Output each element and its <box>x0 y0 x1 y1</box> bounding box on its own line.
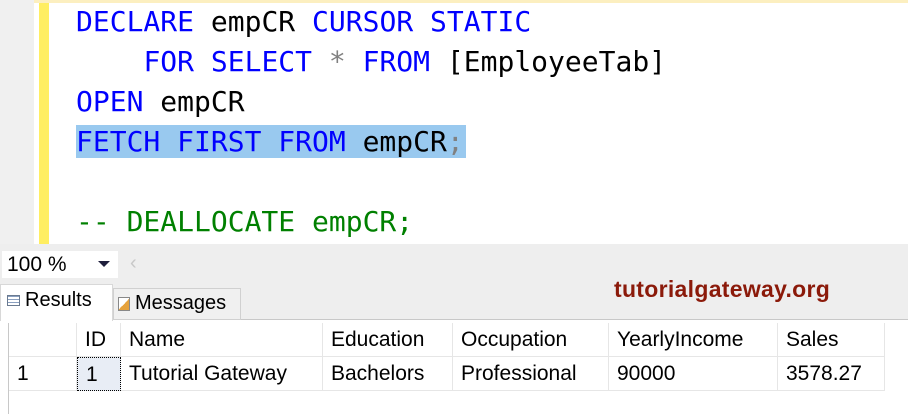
identifier: empCR <box>362 125 447 158</box>
tab-label: Results <box>25 289 92 311</box>
scroll-left-icon[interactable]: ‹ <box>130 252 137 275</box>
column-header-sales[interactable]: Sales <box>778 323 885 357</box>
column-header-yearlyincome[interactable]: YearlyIncome <box>609 323 778 357</box>
code-line-6: -- DEALLOCATE empCR; <box>76 202 413 242</box>
messages-icon <box>118 296 130 311</box>
operator: ; <box>446 125 464 158</box>
cell-id[interactable]: 1 <box>77 357 121 391</box>
column-header-rownum[interactable] <box>9 323 77 357</box>
chevron-down-icon <box>98 261 110 267</box>
table-row: 1 1 Tutorial Gateway Bachelors Professio… <box>9 357 885 391</box>
column-header-education[interactable]: Education <box>323 323 453 357</box>
tab-results[interactable]: Results <box>0 284 113 321</box>
keyword: FROM <box>362 45 431 78</box>
watermark-logo: tutorialgateway.org <box>614 276 831 302</box>
comment: -- DEALLOCATE empCR; <box>76 205 414 238</box>
grid-icon <box>7 295 20 307</box>
keyword: OPEN <box>76 85 144 118</box>
row-number[interactable]: 1 <box>9 357 77 391</box>
keyword: FETCH FIRST FROM <box>76 125 346 158</box>
keyword: DECLARE <box>76 5 195 38</box>
zoom-dropdown[interactable]: 100 % <box>2 251 118 278</box>
header-row: ID Name Education Occupation YearlyIncom… <box>9 323 885 357</box>
tab-messages[interactable]: Messages <box>113 288 241 320</box>
results-grid[interactable]: ID Name Education Occupation YearlyIncom… <box>8 323 908 414</box>
cell-sales[interactable]: 3578.27 <box>778 357 885 391</box>
editor-gutter <box>0 0 34 244</box>
selection: FETCH FIRST FROM empCR; <box>76 125 466 158</box>
identifier: empCR <box>210 5 296 38</box>
identifier: [EmployeeTab] <box>446 45 667 78</box>
column-header-id[interactable]: ID <box>77 323 121 357</box>
operator: * <box>328 45 346 78</box>
code-line-4-selected: FETCH FIRST FROM empCR; <box>76 122 466 162</box>
zoom-value: 100 % <box>7 253 67 276</box>
tab-label: Messages <box>135 292 227 314</box>
keyword: CURSOR STATIC <box>312 5 532 38</box>
cell-education[interactable]: Bachelors <box>323 357 453 391</box>
column-header-occupation[interactable]: Occupation <box>453 323 609 357</box>
keyword: FOR SELECT <box>143 45 313 78</box>
code-line-3: OPEN empCR <box>76 82 245 122</box>
cell-occupation[interactable]: Professional <box>453 357 609 391</box>
cell-name[interactable]: Tutorial Gateway <box>121 357 323 391</box>
sql-editor[interactable]: DECLARE empCR CURSOR STATIC FOR SELECT *… <box>0 0 908 244</box>
column-header-name[interactable]: Name <box>121 323 323 357</box>
cell-yearlyincome[interactable]: 90000 <box>609 357 778 391</box>
identifier: empCR <box>160 85 245 118</box>
code-line-1: DECLARE empCR CURSOR STATIC <box>76 2 531 42</box>
code-line-2: FOR SELECT * FROM [EmployeeTab] <box>76 42 666 82</box>
change-tracking-bar <box>39 3 49 244</box>
